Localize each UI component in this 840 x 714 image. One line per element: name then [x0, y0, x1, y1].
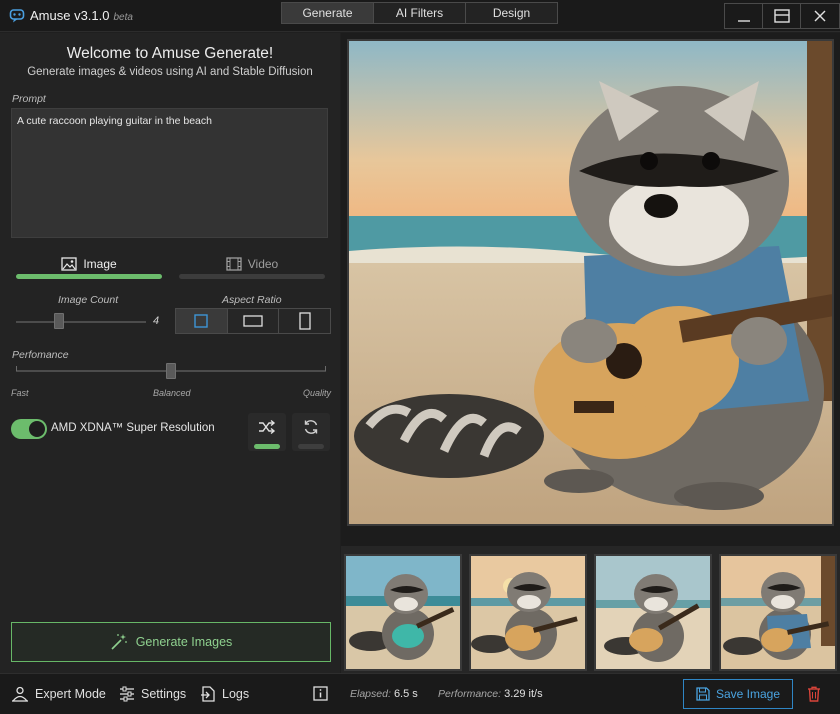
title-bar: Amuse v3.1.0 beta Generate AI Filters Des… — [0, 0, 840, 32]
prompt-label: Prompt — [12, 93, 46, 105]
thumbnail[interactable] — [719, 554, 837, 671]
thumbnail-image — [596, 556, 710, 669]
minimize-button[interactable] — [725, 4, 763, 28]
magic-wand-icon — [111, 634, 127, 650]
logs-button[interactable]: Logs — [200, 686, 249, 702]
generated-image[interactable] — [349, 41, 832, 524]
maximize-button[interactable] — [763, 4, 801, 28]
info-button[interactable] — [313, 686, 328, 701]
logs-icon — [201, 686, 215, 702]
elapsed-value: 6.5 s — [393, 688, 418, 700]
delete-image-button[interactable] — [797, 679, 831, 709]
thumbnail-image — [346, 556, 460, 669]
reuse-seed-button[interactable] — [292, 413, 330, 451]
tab-generate[interactable]: Generate — [282, 3, 374, 23]
thumbnail[interactable] — [469, 554, 587, 671]
window-controls — [724, 3, 840, 29]
elapsed-label: Elapsed: — [350, 688, 391, 700]
performance-tick-quality: Quality — [303, 388, 332, 398]
mode-tabs: Generate AI Filters Design — [281, 2, 558, 24]
image-count-slider-thumb[interactable] — [53, 313, 64, 329]
generate-images-label: Generate Images — [135, 635, 233, 649]
film-icon — [226, 257, 242, 271]
performance-tick-fast: Fast — [11, 388, 29, 398]
performance-tick — [16, 366, 17, 371]
tab-ai-filters[interactable]: AI Filters — [374, 3, 466, 23]
beta-badge: beta — [113, 12, 133, 23]
thumbnail[interactable] — [344, 554, 462, 671]
performance-tick — [325, 366, 326, 371]
maximize-icon — [773, 9, 790, 23]
super-resolution-label: AMD XDNA™ Super Resolution — [51, 422, 215, 434]
performance-label: Perfomance — [12, 349, 69, 361]
save-image-button[interactable]: Save Image — [683, 679, 793, 709]
generate-images-button[interactable]: Generate Images — [11, 622, 331, 662]
close-button[interactable] — [801, 4, 839, 28]
aspect-ratio-label: Aspect Ratio — [222, 294, 282, 306]
save-icon — [696, 687, 710, 701]
performance-slider-thumb[interactable] — [166, 363, 176, 379]
shuffle-icon — [259, 419, 276, 435]
thumbnail-strip — [341, 546, 840, 673]
tab-design[interactable]: Design — [466, 3, 557, 23]
tab-image[interactable]: Image — [16, 249, 162, 279]
reuse-indicator — [298, 444, 324, 449]
expert-mode-button[interactable]: Expert Mode — [11, 686, 106, 702]
portrait-icon — [299, 312, 311, 330]
aspect-landscape-button[interactable] — [227, 309, 280, 333]
prompt-input[interactable]: A cute raccoon playing guitar in the bea… — [11, 108, 328, 238]
app-title: Amuse v3.1.0 beta — [30, 8, 133, 23]
tab-image-label: Image — [83, 257, 117, 271]
tab-image-indicator — [16, 274, 162, 279]
tab-video-label: Video — [247, 257, 279, 271]
image-count-value: 4 — [153, 315, 160, 327]
settings-button[interactable]: Settings — [119, 686, 186, 702]
tab-video[interactable]: Video — [179, 249, 325, 279]
main-image-frame — [347, 39, 834, 526]
aspect-square-button[interactable] — [176, 309, 228, 333]
performance-stat: Performance: 3.29 it/s — [438, 688, 543, 700]
welcome-title: Welcome to Amuse Generate! — [66, 45, 274, 62]
square-icon — [194, 314, 209, 328]
thumbnail-image — [721, 556, 835, 669]
elapsed-stat: Elapsed: 6.5 s — [350, 688, 418, 700]
welcome-subtitle: Generate images & videos using AI and St… — [27, 66, 313, 78]
preview-panel — [341, 33, 840, 673]
toggle-knob — [29, 421, 45, 437]
performance-tick-balanced: Balanced — [153, 388, 191, 398]
settings-label: Settings — [141, 687, 187, 701]
performance-stat-value: 3.29 it/s — [504, 688, 543, 700]
image-icon — [61, 257, 77, 271]
save-image-label: Save Image — [715, 687, 781, 701]
expert-mode-icon — [12, 686, 28, 702]
settings-panel: Welcome to Amuse Generate! Generate imag… — [0, 33, 340, 673]
amuse-logo-icon — [9, 9, 25, 23]
aspect-portrait-button[interactable] — [279, 309, 331, 333]
thumbnail-image — [471, 556, 585, 669]
super-resolution-toggle[interactable] — [11, 419, 47, 439]
performance-stat-label: Performance: — [438, 688, 502, 700]
thumbnail[interactable] — [594, 554, 712, 671]
aspect-ratio-group — [175, 308, 331, 334]
trash-icon — [808, 686, 820, 702]
shuffle-indicator — [254, 444, 280, 449]
sliders-icon — [120, 686, 134, 702]
minimize-icon — [737, 20, 750, 22]
refresh-icon — [304, 420, 318, 434]
shuffle-seed-button[interactable] — [248, 413, 286, 451]
landscape-icon — [243, 315, 263, 327]
expert-mode-label: Expert Mode — [35, 687, 106, 701]
image-count-label: Image Count — [58, 294, 119, 306]
status-bar: Expert Mode Settings Logs Elapsed: 6.5 s… — [0, 673, 840, 714]
image-count-track[interactable] — [16, 321, 146, 323]
tab-video-indicator — [179, 274, 325, 279]
info-icon — [313, 686, 328, 701]
logs-label: Logs — [222, 687, 250, 701]
close-icon — [814, 10, 826, 22]
